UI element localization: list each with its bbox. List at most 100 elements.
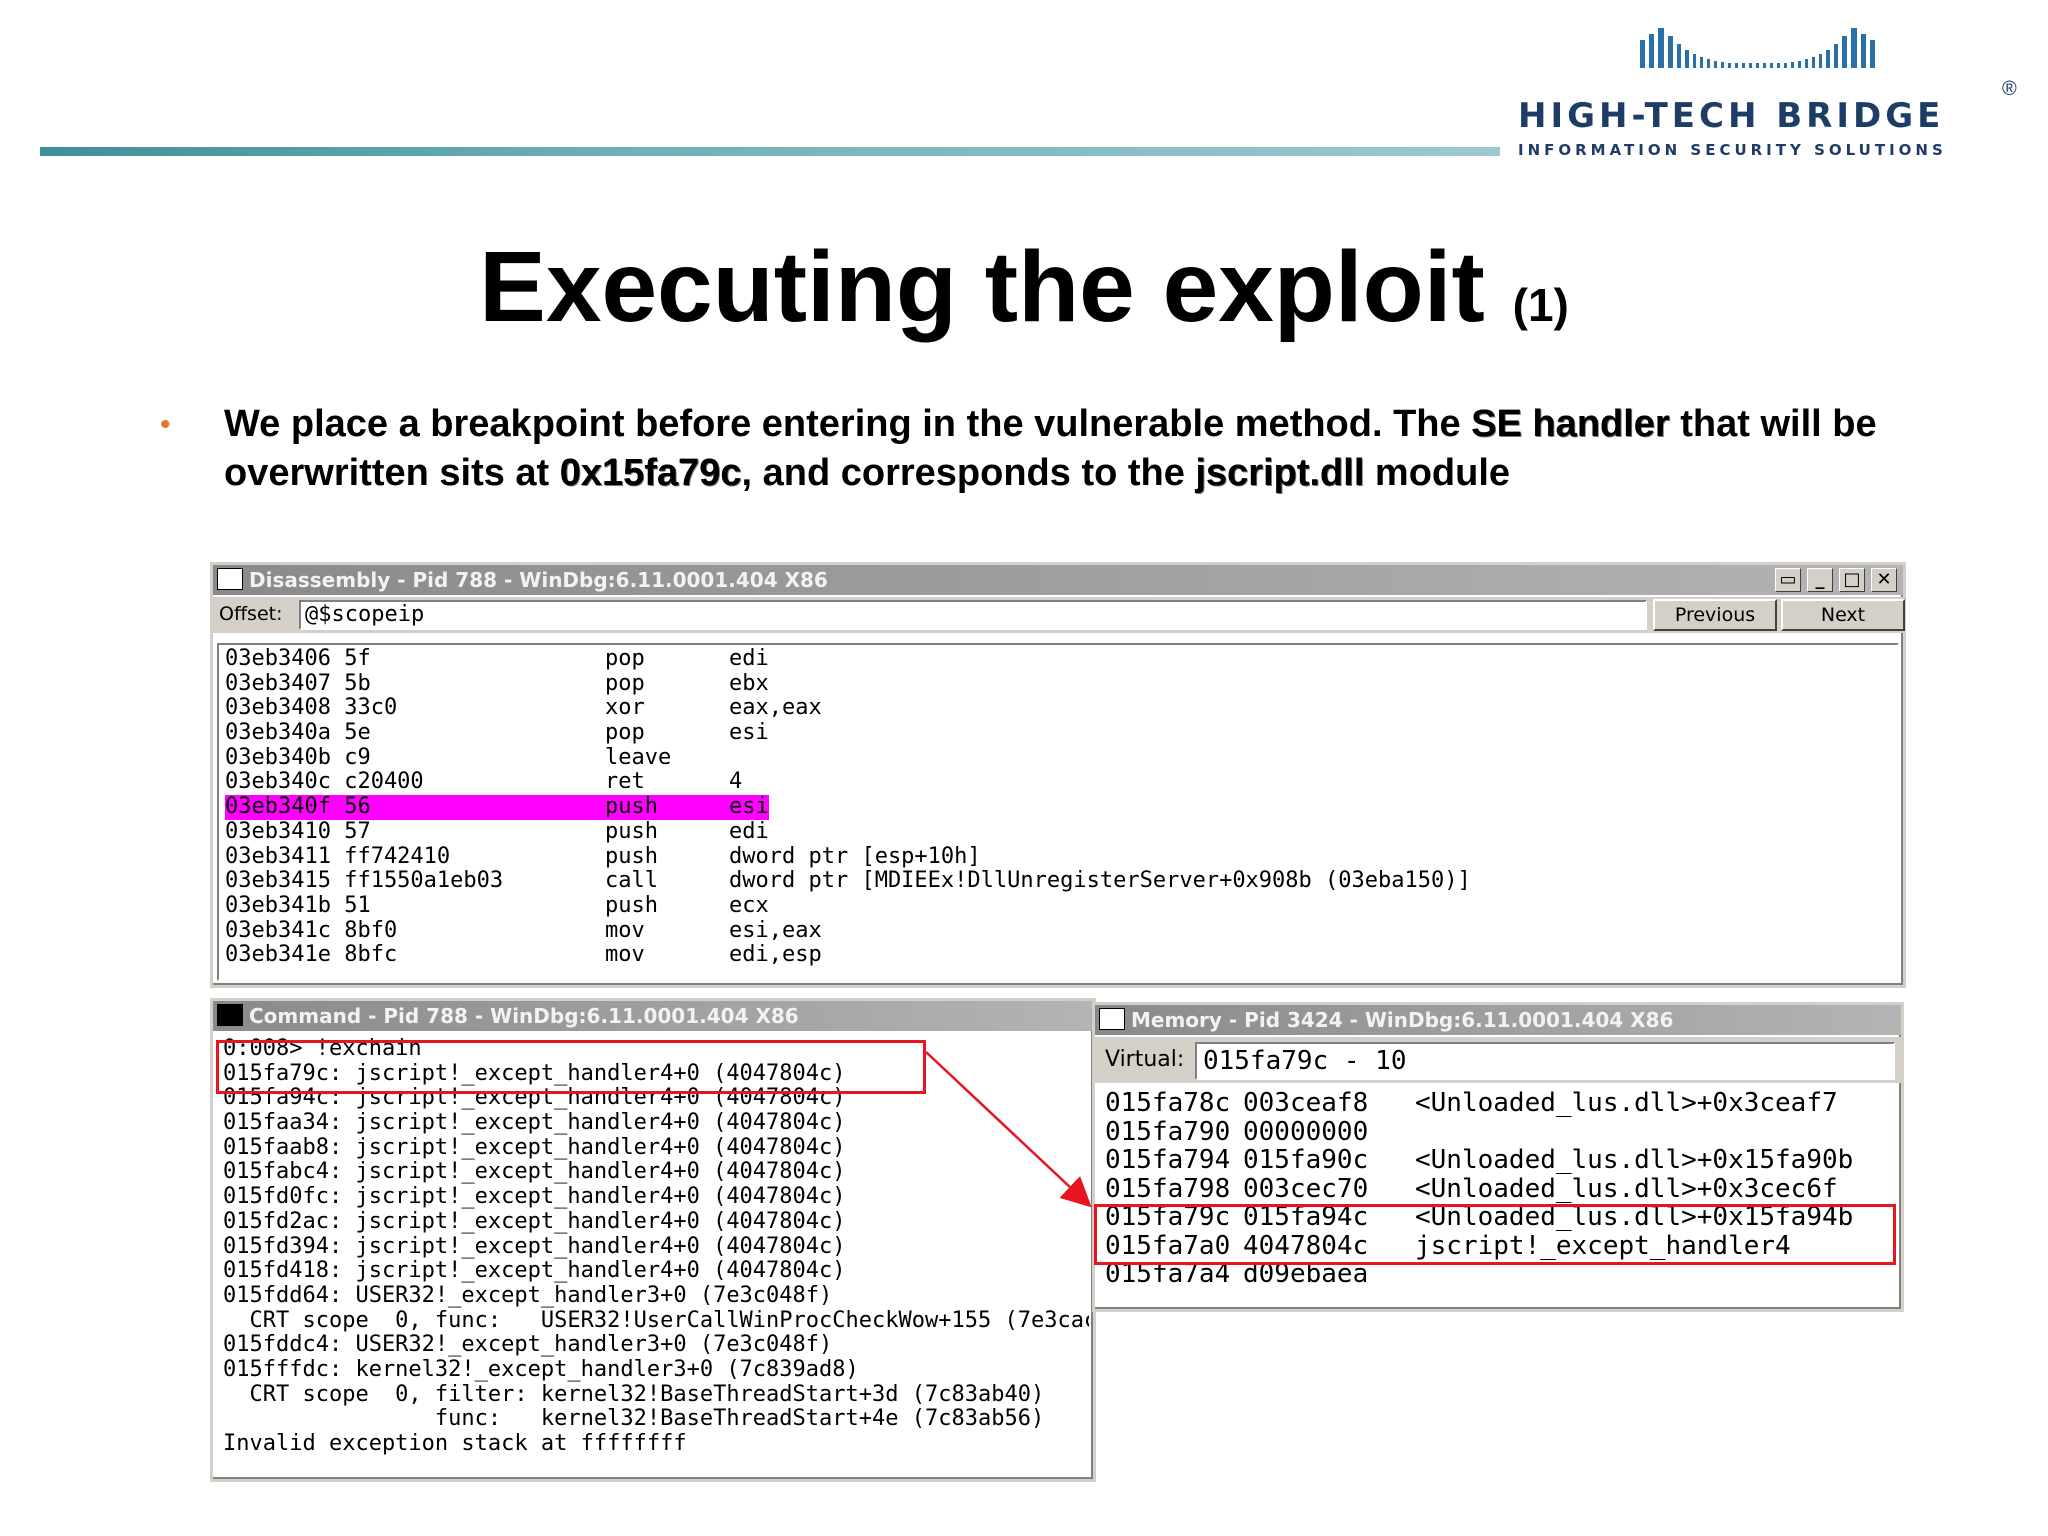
- command-output-line: 015fffdc: kernel32!_except_handler3+0 (7…: [223, 1356, 859, 1382]
- instruction-address: 03eb340a 5e: [225, 720, 371, 746]
- disassembly-line[interactable]: 03eb341c 8bf0 mov esi,eax: [225, 917, 1891, 944]
- disassembly-line-content: 03eb341e 8bfc mov edi,esp: [225, 943, 822, 968]
- logo-tagline: INFORMATION SECURITY SOLUTIONS: [1518, 141, 1947, 159]
- instruction-operands: esi: [729, 720, 769, 746]
- disassembly-line-content: 03eb340a 5e pop esi: [225, 720, 769, 746]
- disassembly-line[interactable]: 03eb341e 8bfc mov edi,esp: [225, 943, 1891, 968]
- instruction-address: 03eb3408 33c0: [225, 695, 398, 721]
- instruction-address: 03eb341c 8bf0: [225, 917, 398, 943]
- slide-title-text: Executing the exploit: [479, 231, 1485, 343]
- disassembly-line[interactable]: 03eb3415 ff1550a1eb03 call dword ptr [MDIE…: [225, 868, 1891, 894]
- disassembly-line[interactable]: 03eb3407 5b pop ebx: [225, 670, 1891, 697]
- memory-row: 015fa790 00000000: [1105, 1116, 1891, 1147]
- disassembly-title: Disassembly - Pid 788 - WinDbg:6.11.0001…: [249, 568, 828, 592]
- instruction-opcode: push: [605, 892, 658, 918]
- disassembly-line[interactable]: 03eb3408 33c0 xor eax,eax: [225, 696, 1891, 721]
- disassembly-line[interactable]: 03eb341b 51 push ecx: [225, 892, 1891, 919]
- memory-title: Memory - Pid 3424 - WinDbg:6.11.0001.404…: [1131, 1008, 1674, 1032]
- command-output-line: func: kernel32!BaseThreadStart+4e (7c83a…: [223, 1406, 1045, 1432]
- disassembly-line[interactable]: 03eb3410 57 push edi: [225, 819, 1891, 845]
- disassembly-line-content: 03eb340f 56 push esi: [225, 794, 769, 820]
- offset-input[interactable]: @$scopeip: [299, 600, 1647, 630]
- instruction-operands: dword ptr [esp+10h]: [729, 843, 981, 869]
- instruction-opcode: push: [605, 843, 658, 869]
- instruction-opcode: leave: [605, 744, 672, 770]
- bullet-part: module: [1364, 452, 1511, 494]
- instruction-address: 03eb3406 5f: [225, 646, 371, 671]
- memory-row: 015fa78c 003ceaf8 <Unloaded_lus.dll>+0x3ce…: [1105, 1089, 1891, 1118]
- instruction-opcode: call: [605, 868, 658, 894]
- command-title: Command - Pid 788 - WinDbg:6.11.0001.404…: [249, 1004, 799, 1028]
- bullet-icon: •: [160, 408, 171, 441]
- instruction-opcode: mov: [605, 942, 645, 968]
- instruction-operands: edi: [729, 646, 769, 671]
- memory-highlight-box: [1094, 1204, 1896, 1265]
- previous-button[interactable]: Previous: [1653, 599, 1777, 631]
- disassembly-line[interactable]: 03eb340c c20400 ret 4: [225, 770, 1891, 795]
- memory-value: 00000000: [1243, 1116, 1369, 1147]
- instruction-operands: esi,eax: [729, 917, 822, 943]
- command-output-line: 015faa34: jscript!_except_handler4+0 (40…: [223, 1110, 846, 1136]
- disassembly-line[interactable]: 03eb3406 5f pop edi: [225, 646, 1891, 672]
- memory-symbol: <Unloaded_lus.dll>+0x3ceaf7: [1415, 1089, 1838, 1118]
- memory-row: 015fa798 003cec70 <Unloaded_lus.dll>+0x3ce…: [1105, 1173, 1891, 1204]
- memory-value: 003ceaf8: [1243, 1089, 1369, 1118]
- memory-address: 015fa78c: [1105, 1089, 1231, 1118]
- disassembly-line-current[interactable]: 03eb340f 56 push esi: [225, 794, 1891, 820]
- maximize-button[interactable]: □: [1839, 568, 1865, 592]
- command-output-line: 015fd0fc: jscript!_except_handler4+0 (40…: [223, 1184, 846, 1210]
- instruction-opcode: push: [605, 794, 658, 820]
- command-output[interactable]: 0:008> !exchain 015fa79c: jscript!_except…: [217, 1037, 1089, 1475]
- instruction-opcode: pop: [605, 720, 645, 746]
- memory-window: Memory - Pid 3424 - WinDbg:6.11.0001.404…: [1092, 1002, 1904, 1312]
- memory-titlebar[interactable]: Memory - Pid 3424 - WinDbg:6.11.0001.404…: [1095, 1005, 1901, 1035]
- command-output-line: CRT scope 0, filter: kernel32!BaseThread…: [223, 1381, 1045, 1407]
- memory-window-icon: [1099, 1008, 1125, 1030]
- dock-icon[interactable]: ▭: [1775, 568, 1801, 592]
- disassembly-listing[interactable]: 03eb3406 5f pop edi 03eb3407 5b pop ebx 03eb34…: [217, 643, 1899, 981]
- disassembly-line-content: 03eb340b c9 leave: [225, 744, 729, 771]
- disassembly-line-content: 03eb3408 33c0 xor eax,eax: [225, 696, 822, 721]
- disassembly-window: Disassembly - Pid 788 - WinDbg:6.11.0001…: [210, 562, 1906, 988]
- instruction-opcode: pop: [605, 670, 645, 696]
- instruction-operands: esi: [729, 794, 769, 820]
- logo-name: HIGH-TECH BRIDGE: [1518, 96, 1945, 136]
- close-button[interactable]: ✕: [1871, 568, 1897, 592]
- disassembly-line-content: 03eb3407 5b pop ebx: [225, 670, 769, 697]
- disassembly-line[interactable]: 03eb340b c9 leave: [225, 744, 1891, 771]
- disassembly-line-content: 03eb341b 51 push ecx: [225, 892, 769, 919]
- command-output-line: Invalid exception stack at ffffffff: [223, 1431, 687, 1456]
- minimize-button[interactable]: _: [1807, 568, 1833, 592]
- memory-symbol: <Unloaded_lus.dll>+0x3cec6f: [1415, 1173, 1838, 1204]
- instruction-address: 03eb3415 ff1550a1eb03: [225, 868, 504, 894]
- command-titlebar[interactable]: Command - Pid 788 - WinDbg:6.11.0001.404…: [213, 1001, 1093, 1031]
- instruction-operands: eax,eax: [729, 695, 822, 721]
- instruction-opcode: xor: [605, 695, 645, 721]
- disassembly-line[interactable]: 03eb3411 ff742410 push dword ptr [esp+10h]: [225, 843, 1891, 870]
- disassembly-line[interactable]: 03eb340a 5e pop esi: [225, 720, 1891, 746]
- slide-title-suffix: (1): [1512, 279, 1569, 331]
- disassembly-line-content: 03eb3410 57 push edi: [225, 819, 769, 845]
- instruction-address: 03eb340c c20400: [225, 769, 424, 795]
- virtual-label: Virtual:: [1105, 1047, 1185, 1072]
- slide-title: Executing the exploit (1): [0, 230, 2048, 345]
- memory-dump[interactable]: 015fa78c 003ceaf8 <Unloaded_lus.dll>+0x3ce…: [1099, 1089, 1897, 1305]
- header-divider: [40, 147, 1500, 156]
- instruction-operands: edi,esp: [729, 942, 822, 968]
- instruction-address: 03eb3407 5b: [225, 670, 371, 696]
- memory-address: 015fa794: [1105, 1145, 1231, 1175]
- bullet-highlight-se-handler: SE handler: [1471, 403, 1670, 445]
- disassembly-window-icon: [217, 568, 243, 590]
- command-output-line: CRT scope 0, func: USER32!UserCallWinPro…: [223, 1307, 1089, 1333]
- offset-bar: Offset: @$scopeip Previous Next: [213, 597, 1905, 633]
- bullet-part: We place a breakpoint before entering in…: [224, 403, 1472, 445]
- disassembly-line-content: 03eb3411 ff742410 push dword ptr [esp+10h]: [225, 843, 981, 870]
- disassembly-line-content: 03eb340c c20400 ret 4: [225, 770, 742, 795]
- next-button[interactable]: Next: [1781, 599, 1905, 631]
- memory-address: 015fa798: [1105, 1173, 1231, 1204]
- instruction-address: 03eb341e 8bfc: [225, 942, 398, 968]
- instruction-opcode: pop: [605, 646, 645, 671]
- virtual-input[interactable]: 015fa79c - 10: [1195, 1042, 1895, 1080]
- instruction-opcode: ret: [605, 769, 645, 795]
- disassembly-titlebar[interactable]: Disassembly - Pid 788 - WinDbg:6.11.0001…: [213, 565, 1903, 595]
